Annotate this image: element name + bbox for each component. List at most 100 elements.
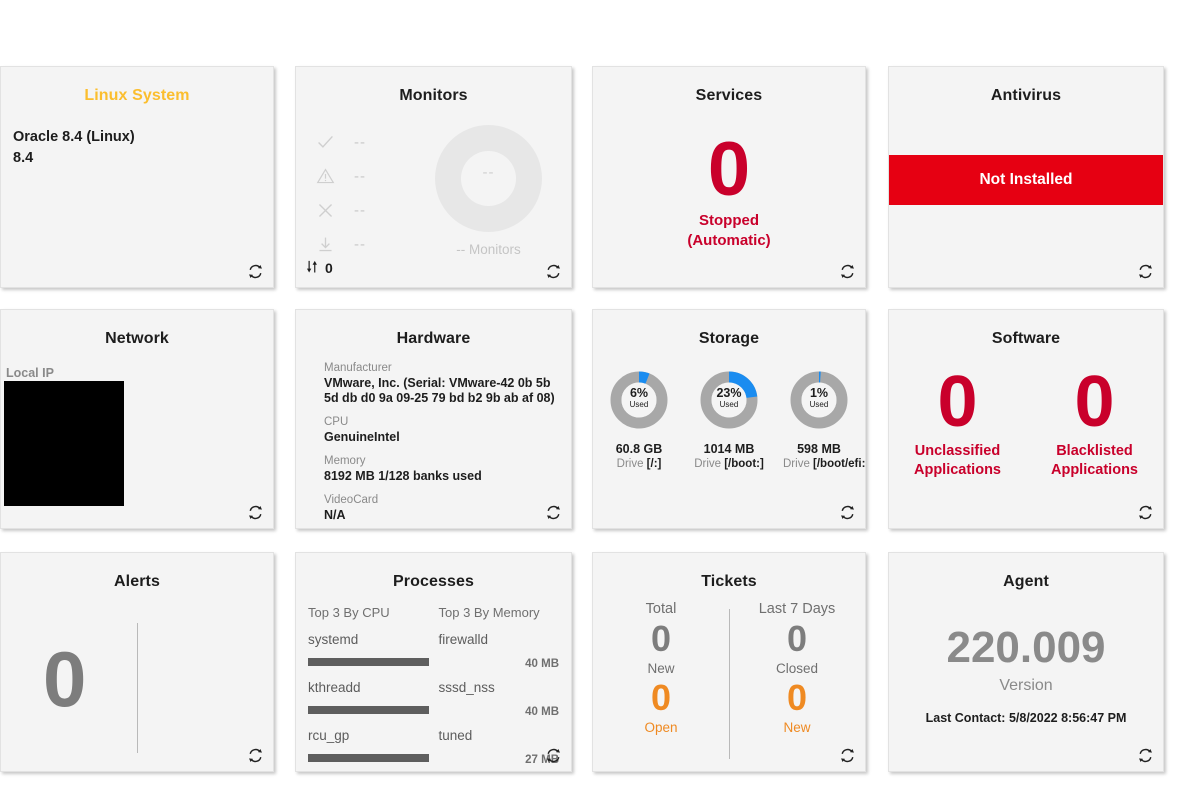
process-item[interactable]: kthreadd [308,680,429,721]
storage-drive-list: 6% Used 60.8 GB Drive [/:] 23% Used 1014… [593,370,865,470]
alerts-count: 0 [43,635,87,723]
agent-last-contact: Last Contact: 5/8/2022 8:56:47 PM [925,711,1127,725]
processes-body: Top 3 By CPU systemd kthreadd rcu_gp Top… [296,591,571,771]
hardware-value-cpu: GenuineIntel [324,430,400,444]
tickets-body: Total 0 New 0 Open Last 7 Days 0 Closed … [593,591,865,771]
storage-drive-size: 60.8 GB [615,442,663,456]
software-blacklisted-label-1: Blacklisted [1056,443,1133,459]
monitor-stat-failed[interactable]: -- [316,193,406,227]
monitor-stat-ok[interactable]: -- [316,125,406,159]
services-status-line1: Stopped [699,212,759,229]
storage-gauge-text: 23% Used [699,387,759,410]
card-agent[interactable]: Agent 220.009 Version Last Contact: 5/8/… [888,552,1164,772]
agent-version-number: 220.009 [946,623,1106,672]
card-antivirus[interactable]: Antivirus Not Installed [888,66,1164,288]
warning-triangle-icon [316,165,346,187]
process-item[interactable]: firewalld 40 MB [439,632,560,673]
hardware-key-cpu: CPU [324,416,349,428]
storage-drive[interactable]: 6% Used 60.8 GB Drive [/:] [603,370,675,470]
refresh-icon[interactable] [1137,263,1154,280]
process-name: systemd [308,632,359,647]
card-alerts[interactable]: Alerts 0 [0,552,274,772]
download-icon [316,233,346,255]
hardware-key-videocard: VideoCard [324,494,379,506]
refresh-icon[interactable] [1137,747,1154,764]
storage-drive[interactable]: 1% Used 598 MB Drive [/boot/efi:] [783,370,865,470]
network-local-ip-label: Local IP [6,366,54,380]
storage-gauge-used-label: Used [809,400,829,409]
refresh-icon[interactable] [247,263,264,280]
monitor-stat-failed-value: -- [354,201,366,219]
processes-cpu-header: Top 3 By CPU [308,605,390,620]
system-details: Oracle 8.4 (Linux) 8.4 [1,105,273,169]
refresh-icon[interactable] [247,747,264,764]
processes-cpu-column: Top 3 By CPU systemd kthreadd rcu_gp [308,605,429,771]
tickets-total-new-label: New [647,661,675,676]
process-name: rcu_gp [308,728,350,743]
process-item[interactable]: sssd_nss 40 MB [439,680,560,721]
hardware-value-videocard: N/A [324,508,346,522]
refresh-icon[interactable] [247,504,264,521]
card-title-software: Software [991,330,1061,347]
tickets-last7days-new-count: 0 [786,677,808,718]
process-name: tuned [438,728,473,743]
process-item[interactable]: rcu_gp [308,728,429,769]
storage-drive[interactable]: 23% Used 1014 MB Drive [/boot:] [693,370,765,470]
card-title-processes: Processes [393,573,474,590]
storage-gauge: 6% Used [609,370,669,430]
refresh-icon[interactable] [839,263,856,280]
monitors-stat-list: -- -- -- -- [296,119,406,265]
card-monitors[interactable]: Monitors -- -- -- -- -- -- Monitors 0 [295,66,572,288]
monitor-stat-ok-value: -- [354,133,366,151]
card-linux-system[interactable]: Linux System Oracle 8.4 (Linux) 8.4 [0,66,274,288]
processes-memory-header: Top 3 By Memory [438,605,540,620]
storage-drive-size: 598 MB [797,442,841,456]
card-processes[interactable]: Processes Top 3 By CPU systemd kthreadd [295,552,572,772]
monitor-stat-offline[interactable]: -- [316,227,406,261]
storage-gauge-percent: 1% [809,386,829,400]
tickets-divider [729,609,730,759]
alerts-body: 0 [1,591,273,771]
processes-memory-column: Top 3 By Memory firewalld 40 MB sssd_nss… [438,605,560,771]
hardware-key-memory: Memory [324,455,366,467]
tickets-total-open-count: 0 [650,677,672,718]
hardware-key-manufacturer: Manufacturer [324,362,392,374]
storage-gauge-text: 6% Used [609,387,669,410]
refresh-icon[interactable] [545,263,562,280]
storage-gauge-used-label: Used [719,400,739,409]
refresh-icon[interactable] [839,747,856,764]
card-software[interactable]: Software 0 Unclassified Applications 0 B… [888,309,1164,529]
software-blacklisted[interactable]: 0 Blacklisted Applications [1035,362,1155,480]
refresh-icon[interactable] [545,747,562,764]
card-title-storage: Storage [698,330,760,347]
storage-gauge: 23% Used [699,370,759,430]
card-hardware[interactable]: Hardware Manufacturer VMware, Inc. (Seri… [295,309,572,529]
refresh-icon[interactable] [545,504,562,521]
process-item[interactable]: systemd [308,632,429,673]
process-memory-value: 40 MB [525,706,559,718]
software-unclassified[interactable]: 0 Unclassified Applications [898,362,1018,480]
card-tickets[interactable]: Tickets Total 0 New 0 Open Last 7 Days 0… [592,552,866,772]
process-item[interactable]: tuned 27 MB [439,728,560,769]
monitor-stat-warning[interactable]: -- [316,159,406,193]
process-name: firewalld [438,632,489,647]
refresh-icon[interactable] [1137,504,1154,521]
services-status-line2: (Automatic) [687,232,771,249]
close-x-icon [316,199,346,221]
process-bar-track [308,651,429,673]
hardware-value-memory: 8192 MB 1/128 banks used [324,469,482,483]
tickets-total-header: Total [645,601,677,617]
device-summary-dashboard: Linux System Oracle 8.4 (Linux) 8.4 Moni… [0,0,1198,795]
card-services[interactable]: Services 0 Stopped (Automatic) [592,66,866,288]
storage-gauge: 1% Used [789,370,849,430]
card-storage[interactable]: Storage 6% Used 60.8 GB Drive [/:] 23% U… [592,309,866,529]
monitors-donut-caption: -- Monitors [456,242,521,257]
refresh-icon[interactable] [839,504,856,521]
monitors-donut-center: -- [482,164,495,181]
card-network[interactable]: Network Local IP [0,309,274,529]
monitors-body: -- -- -- -- -- -- Monitors [296,105,571,265]
monitors-transfer: 0 [305,259,333,277]
antivirus-status-banner: Not Installed [889,155,1163,205]
card-title-hardware: Hardware [396,330,471,347]
software-unclassified-label-1: Unclassified [914,443,1001,459]
